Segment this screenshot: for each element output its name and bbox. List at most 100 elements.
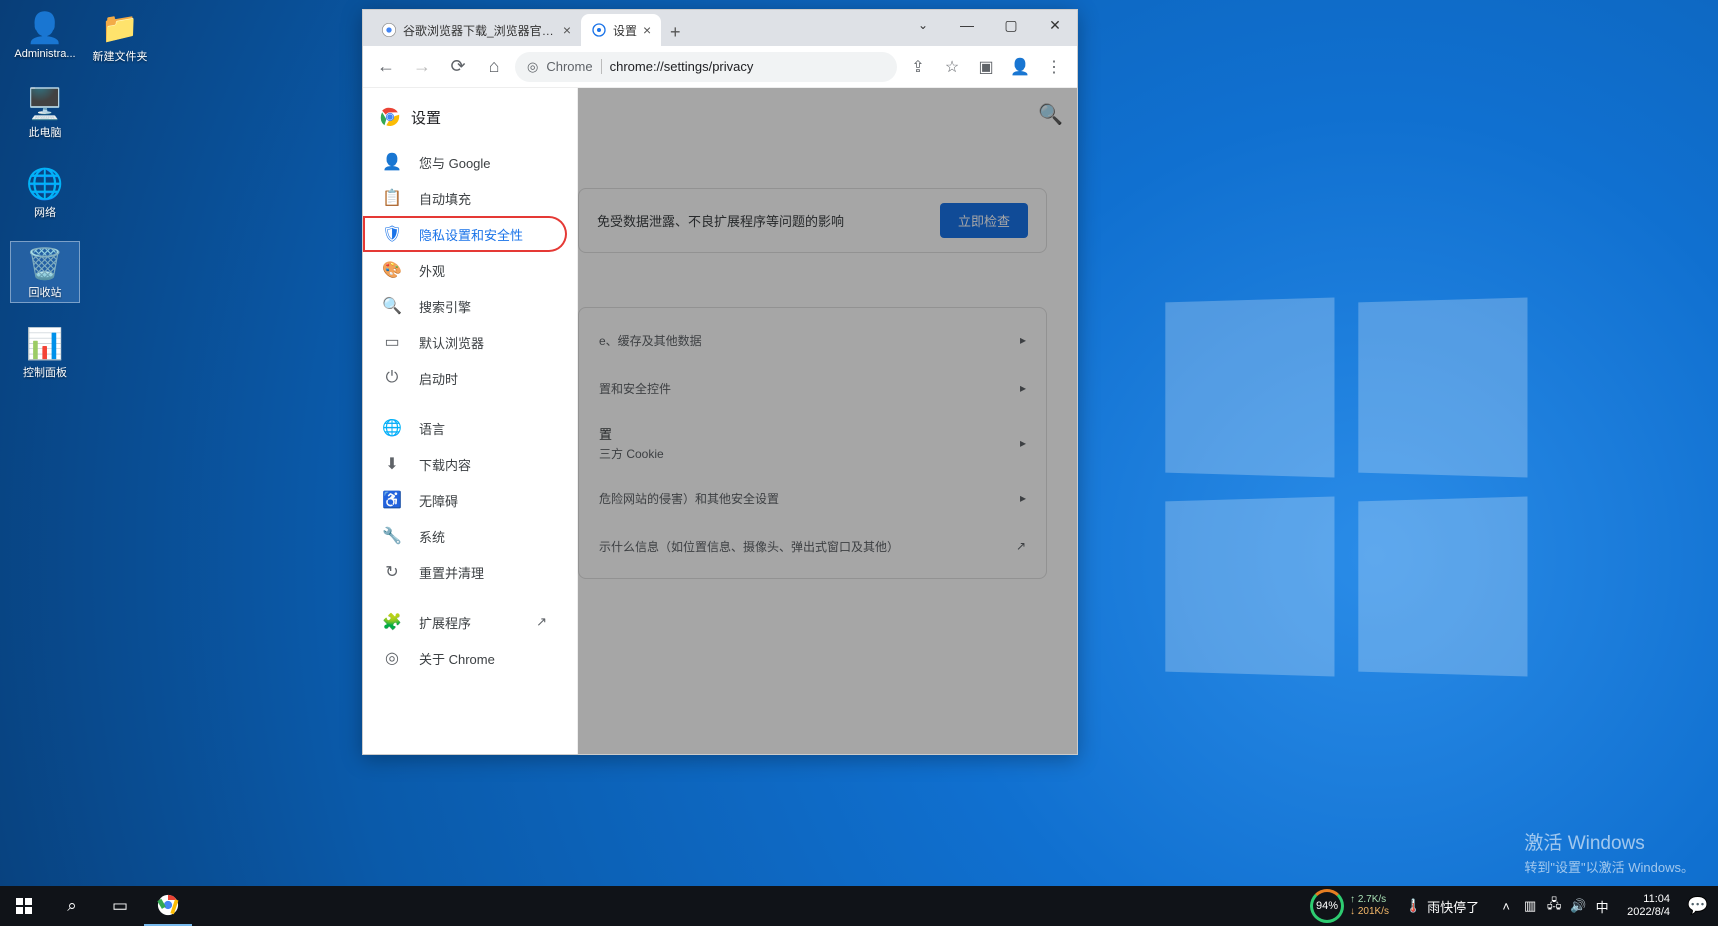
sidebar-item-label: 无障碍: [419, 491, 458, 510]
bookmark-icon[interactable]: ☆: [937, 52, 967, 82]
folder-icon: 📁: [100, 8, 140, 48]
wrench-icon: 🔧: [383, 527, 401, 545]
sidebar-item-default-browser[interactable]: ▭ 默认浏览器: [363, 324, 567, 360]
chrome-favicon-icon: [381, 22, 397, 38]
start-button[interactable]: [0, 886, 48, 926]
minimize-button[interactable]: —: [945, 10, 989, 40]
window-dropdown-icon[interactable]: ⌄: [901, 10, 945, 40]
windows-logo-icon: [16, 898, 32, 914]
activation-watermark: 激活 Windows 转到"设置"以激活 Windows。: [1524, 828, 1694, 876]
action-center-button[interactable]: 💬: [1678, 886, 1718, 926]
chrome-icon: ◎: [383, 649, 401, 667]
desktop-icon-label: 新建文件夹: [93, 48, 148, 64]
network-tray-icon[interactable]: 🖧: [1545, 895, 1563, 917]
sidebar-divider: [363, 396, 577, 410]
desktop-icon-recycle-bin[interactable]: 🗑️ 回收站: [10, 241, 80, 303]
system-tray: ˄ ▥ 🖧 🔊 中: [1489, 895, 1619, 917]
clock-time: 11:04: [1643, 893, 1670, 906]
task-view-button[interactable]: ▭: [96, 886, 144, 926]
desktop-icon-label: 控制面板: [23, 364, 67, 380]
sidebar-item-label: 外观: [419, 261, 445, 280]
taskbar-left: ⌕ ▭: [0, 886, 192, 926]
sidebar-item-extensions[interactable]: 🧩 扩展程序 ↗: [363, 604, 567, 640]
browser-tab-1[interactable]: 谷歌浏览器下载_浏览器官网入口 ×: [371, 14, 581, 46]
desktop-icon-label: Administra...: [14, 48, 75, 60]
weather-widget[interactable]: 🌡️ 雨快停了: [1395, 897, 1489, 916]
browser-tab-2[interactable]: 设置 ×: [581, 14, 661, 46]
sidebar-title: 设置: [411, 107, 441, 128]
tray-app-icon[interactable]: ▥: [1521, 898, 1539, 914]
desktop-icon-network[interactable]: 🌐 网络: [10, 161, 80, 223]
sidebar-item-autofill[interactable]: 📋 自动填充: [363, 180, 567, 216]
chrome-taskbar-icon: [157, 894, 179, 916]
reset-icon: ↻: [383, 563, 401, 581]
taskbar-right: 94% ↑ 2.7K/s ↓ 201K/s 🌡️ 雨快停了 ˄ ▥ 🖧 🔊 中 …: [1304, 886, 1718, 926]
sidebar-item-search-engine[interactable]: 🔍 搜索引擎: [363, 288, 567, 324]
kebab-menu-icon[interactable]: ⋮: [1039, 52, 1069, 82]
side-panel-icon[interactable]: ▣: [971, 52, 1001, 82]
chrome-taskbar-button[interactable]: [144, 886, 192, 926]
upload-speed: ↑ 2.7K/s: [1350, 894, 1389, 906]
browser-icon: ▭: [383, 333, 401, 351]
sidebar-item-you-and-google[interactable]: 👤 您与 Google: [363, 144, 567, 180]
palette-icon: 🎨: [383, 261, 401, 279]
windows-logo-background: [1160, 300, 1540, 680]
network-icon: 🌐: [25, 164, 65, 204]
sidebar-item-system[interactable]: 🔧 系统: [363, 518, 567, 554]
reload-button[interactable]: ⟳: [443, 52, 473, 82]
sidebar-item-label: 隐私设置和安全性: [419, 225, 523, 244]
back-button[interactable]: ←: [371, 52, 401, 82]
ime-indicator[interactable]: 中: [1593, 897, 1611, 916]
chrome-logo-icon: [379, 106, 401, 128]
share-icon[interactable]: ⇪: [903, 52, 933, 82]
tab-close-icon[interactable]: ×: [563, 22, 571, 38]
desktop-icon-administrator[interactable]: 👤 Administra...: [10, 5, 80, 63]
watermark-subtitle: 转到"设置"以激活 Windows。: [1524, 857, 1694, 876]
taskbar-clock[interactable]: 11:04 2022/8/4: [1619, 893, 1678, 919]
volume-tray-icon[interactable]: 🔊: [1569, 898, 1587, 914]
person-icon: 👤: [383, 153, 401, 171]
settings-main: 🔍 免受数据泄露、不良扩展程序等问题的影响 立即检查 e、缓存及其他数据 ▸ 置…: [578, 88, 1077, 754]
sidebar-item-label: 扩展程序: [419, 613, 471, 632]
sidebar-item-privacy-security[interactable]: 🛡 隐私设置和安全性: [363, 216, 567, 252]
profile-avatar-icon[interactable]: 👤: [1005, 52, 1035, 82]
sidebar-item-downloads[interactable]: ⬇ 下载内容: [363, 446, 567, 482]
clipboard-icon: 📋: [383, 189, 401, 207]
watermark-title: 激活 Windows: [1524, 828, 1694, 855]
desktop-icon-control-panel[interactable]: 📊 控制面板: [10, 321, 80, 383]
sidebar-item-languages[interactable]: 🌐 语言: [363, 410, 567, 446]
new-tab-button[interactable]: +: [661, 18, 689, 46]
chrome-window: 谷歌浏览器下载_浏览器官网入口 × 设置 × + ⌄ — ▢ ✕ ← → ⟳ ⌂…: [362, 9, 1078, 755]
sidebar-item-appearance[interactable]: 🎨 外观: [363, 252, 567, 288]
close-window-button[interactable]: ✕: [1033, 10, 1077, 40]
settings-sidebar: 设置 👤 您与 Google 📋 自动填充 🛡 隐私设置和安全性 🎨 外观 🔍 …: [363, 88, 578, 754]
desktop-icon-label: 网络: [34, 204, 56, 220]
sidebar-item-startup[interactable]: ⏻ 启动时: [363, 360, 567, 396]
network-meter[interactable]: 94% ↑ 2.7K/s ↓ 201K/s: [1304, 889, 1395, 923]
desktop-icon-this-pc[interactable]: 🖥️ 此电脑: [10, 81, 80, 143]
sidebar-item-about-chrome[interactable]: ◎ 关于 Chrome: [363, 640, 567, 676]
omnibox-chrome-label: Chrome: [546, 59, 601, 74]
home-button[interactable]: ⌂: [479, 52, 509, 82]
tray-chevron-up-icon[interactable]: ˄: [1497, 899, 1515, 914]
gear-favicon-icon: [591, 22, 607, 38]
forward-button[interactable]: →: [407, 52, 437, 82]
url-bar: ← → ⟳ ⌂ ◎ Chrome chrome://settings/priva…: [363, 46, 1077, 88]
omnibox-url: chrome://settings/privacy: [610, 59, 754, 74]
desktop-icons-column-2: 📁 新建文件夹: [85, 5, 155, 67]
desktop-icon-new-folder[interactable]: 📁 新建文件夹: [85, 5, 155, 67]
tab-strip: 谷歌浏览器下载_浏览器官网入口 × 设置 × + ⌄ — ▢ ✕: [363, 10, 1077, 46]
desktop-icon-label: 此电脑: [29, 124, 62, 140]
search-taskbar-button[interactable]: ⌕: [48, 886, 96, 926]
sidebar-item-reset[interactable]: ↻ 重置并清理: [363, 554, 567, 590]
extension-icon: 🧩: [383, 613, 401, 631]
content-area: 设置 👤 您与 Google 📋 自动填充 🛡 隐私设置和安全性 🎨 外观 🔍 …: [363, 88, 1077, 754]
sidebar-item-label: 系统: [419, 527, 445, 546]
maximize-button[interactable]: ▢: [989, 10, 1033, 40]
desktop-icons-column-1: 👤 Administra... 🖥️ 此电脑 🌐 网络 🗑️ 回收站 📊 控制面…: [10, 5, 80, 383]
content-scrim: [578, 88, 1077, 754]
sidebar-item-accessibility[interactable]: ♿ 无障碍: [363, 482, 567, 518]
tab-close-icon[interactable]: ×: [643, 22, 651, 38]
omnibox[interactable]: ◎ Chrome chrome://settings/privacy: [515, 52, 897, 82]
sidebar-item-label: 搜索引擎: [419, 297, 471, 316]
